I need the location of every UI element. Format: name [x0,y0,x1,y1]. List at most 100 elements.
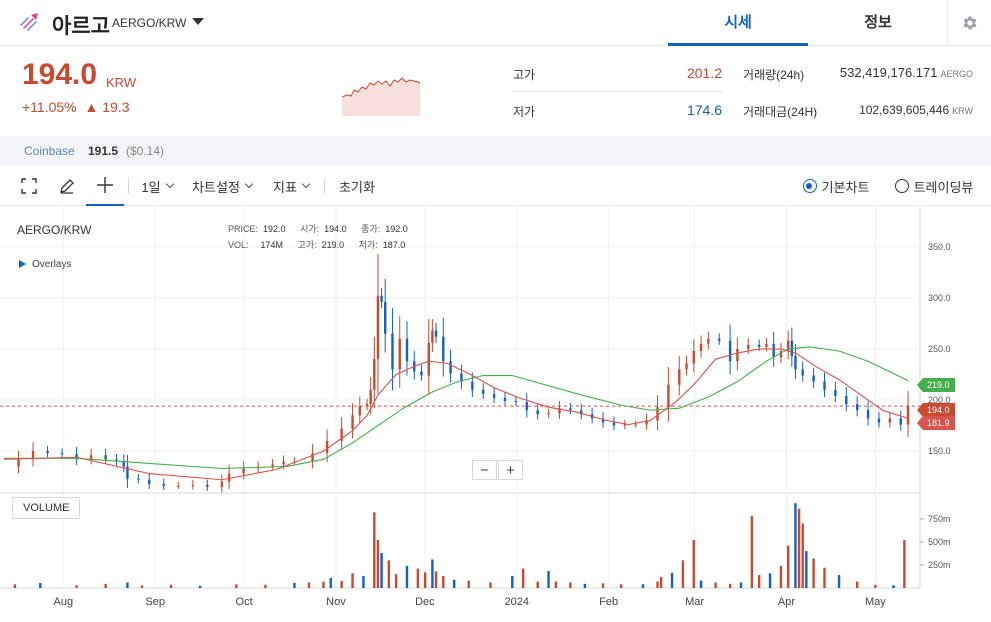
low-label: 저가 [513,105,536,119]
candle-body [242,468,245,474]
exchange-price-strip: Coinbase 191.5 ($0.14) [0,136,991,166]
volume-bar [728,583,732,588]
exchange-name[interactable]: Coinbase [24,144,75,158]
candle-body [431,330,434,343]
candle-body [177,485,180,487]
volume-bar [786,545,790,588]
candle-body [906,406,910,425]
candle-body [772,343,775,358]
volume-bar [442,576,445,588]
ohlc-open: 194.0 [324,224,347,234]
candlestick-chart-svg[interactable]: 150.0200.0250.0300.0350.0250m500m750mAug… [0,207,991,622]
divider [512,91,723,92]
play-triangle-icon [19,260,26,268]
candle-body [747,344,750,349]
ohlc-price: 192.0 [263,224,286,234]
candle-body [391,333,394,370]
price-chart[interactable]: 150.0 200.0 250.0 300.0 350.0 250m 500m 750m Aug… [0,207,991,622]
volume-bar [329,577,332,588]
candle-body [420,371,423,376]
volume-bar [140,585,144,588]
chevron-down-icon [165,179,174,189]
y-tick-label: 150.0 [928,446,951,456]
high-value: 201.2 [686,65,722,81]
volume-bar [373,512,376,588]
candle-body [536,410,539,415]
change-percent: +11.05% [22,99,77,115]
sparkline-chart [342,66,482,116]
volume-bar [416,568,420,588]
volume-bar [812,558,815,588]
volume-bar [670,572,674,588]
x-tick-label: Apr [778,596,795,608]
high-label: 고가 [513,68,536,82]
interval-label: 1일 [141,179,161,195]
volume-value: 532,419,176.171 AERGO [800,65,973,80]
candle-body [877,418,881,423]
candle-body [206,484,209,487]
candle-body [89,455,93,460]
volume-bar [547,570,550,588]
tradingview-label: 트레이딩뷰 [913,179,974,195]
tab-quote[interactable]: 시세 [668,0,808,46]
candle-body [434,330,438,337]
volume-bar [714,582,717,588]
y-tick-label: 250.0 [928,344,951,354]
chart-settings-dropdown[interactable]: 차트설정 [186,166,258,206]
x-tick-label: Mar [685,596,704,608]
fullscreen-icon [21,178,37,194]
zoom-in-button[interactable]: + [498,460,523,480]
current-price: 194.0 [22,58,98,91]
volume-bar [340,581,343,588]
volume-bar [837,575,841,588]
volume-bar [126,582,129,588]
candle-body [834,389,837,396]
candle-body [311,453,314,462]
overlays-toggle[interactable]: Overlays [19,259,71,270]
volume-bar [235,584,238,588]
volume-bar [198,585,202,588]
candle-body [220,481,224,487]
volume-bar [423,572,427,588]
volume-bar [692,540,695,588]
settings-button[interactable] [947,0,991,46]
candle-body [427,342,430,376]
radio-unselected-icon [894,179,909,193]
candle-body [46,451,49,454]
volume-bar [521,568,525,588]
volume-bar [641,584,645,588]
volume-pane-label: VOLUME [12,497,81,519]
volume-tick-label: 250m [928,560,951,570]
draw-button[interactable] [52,166,82,206]
reset-button[interactable]: 초기화 [334,166,380,206]
indicators-label: 지표 [273,179,297,195]
volume-bar [801,523,804,588]
chevron-down-icon [301,179,311,189]
candle-body [380,295,383,302]
crosshair-button[interactable] [86,166,124,206]
volume-bar [659,576,663,588]
fullscreen-button[interactable] [12,166,46,206]
candle-body [678,369,681,385]
tradingview-radio[interactable]: 트레이딩뷰 [888,166,980,206]
interval-dropdown[interactable]: 1일 [136,166,178,206]
candle-body [503,397,507,402]
x-tick-label: Oct [236,596,253,608]
ohlc-close-label: 종가: [361,224,381,234]
candle-body [449,361,452,374]
candle-body [384,301,387,334]
candle-body [569,408,572,411]
basic-chart-radio[interactable]: 기본차트 [796,166,876,206]
tab-info[interactable]: 정보 [808,0,948,46]
indicators-dropdown[interactable]: 지표 [266,166,316,206]
coin-select-chevron-down-icon[interactable] [192,18,204,25]
volume-bar [169,584,173,588]
radio-selected-icon [802,179,817,193]
ohlc-high-label: 고가: [297,240,317,250]
coin-name: 아르고 [52,15,110,38]
zoom-out-button[interactable]: − [472,460,497,480]
candle-body [812,375,815,382]
volume-bar [757,575,761,588]
volume-bar [104,583,107,588]
x-tick-label: Nov [326,596,346,608]
